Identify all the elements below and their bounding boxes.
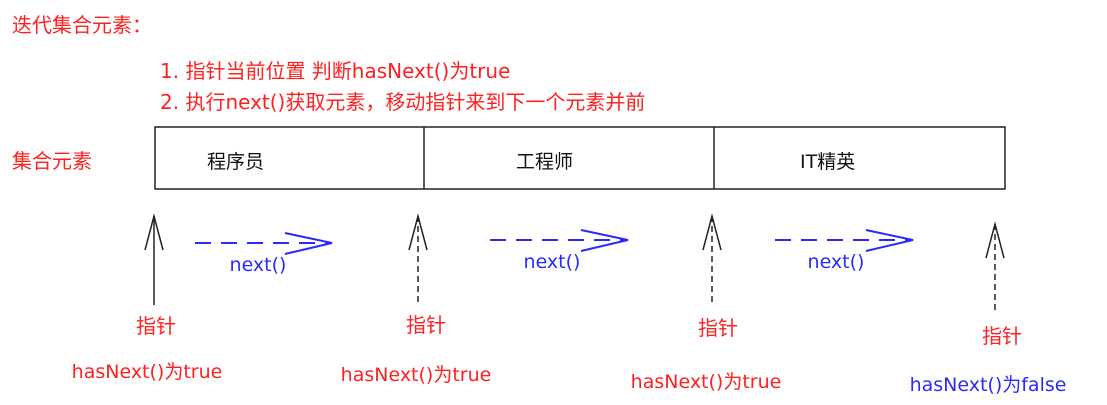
pointer-label: 指针 [698,316,738,340]
collection-box [154,126,1006,190]
hasnext-label: hasNext()为true [71,361,223,383]
hasnext-label: hasNext()为true [340,364,492,386]
next-arrow-2 [490,229,629,252]
next-label: next() [523,251,581,273]
pointer-arrow-2 [408,213,428,303]
pointer-arrow-3 [702,213,722,303]
hasnext-label: hasNext()为false [909,374,1067,396]
pointer-label: 指针 [982,324,1022,348]
collection-label: 集合元素 [12,149,92,173]
next-arrow-3 [775,229,914,252]
pointer-arrow-1 [144,213,164,305]
pointer-arrow-4 [985,221,1005,310]
hasnext-label: hasNext()为true [630,371,782,393]
next-arrow-1 [195,232,333,255]
pointer-label: 指针 [406,313,446,337]
element-cell: IT精英 [800,151,856,173]
step-2: 2. 执行next()获取元素，移动指针来到下一个元素并前 [160,90,646,114]
next-label: next() [807,251,865,273]
iterator-diagram: 迭代集合元素： 1. 指针当前位置 判断hasNext()为true 2. 执行… [0,0,1107,405]
next-label: next() [229,254,287,276]
pointer-label: 指针 [136,314,176,338]
element-cell: 程序员 [207,151,265,173]
diagram-title: 迭代集合元素： [12,13,152,37]
step-1: 1. 指针当前位置 判断hasNext()为true [160,59,511,83]
element-cell: 工程师 [516,151,574,173]
